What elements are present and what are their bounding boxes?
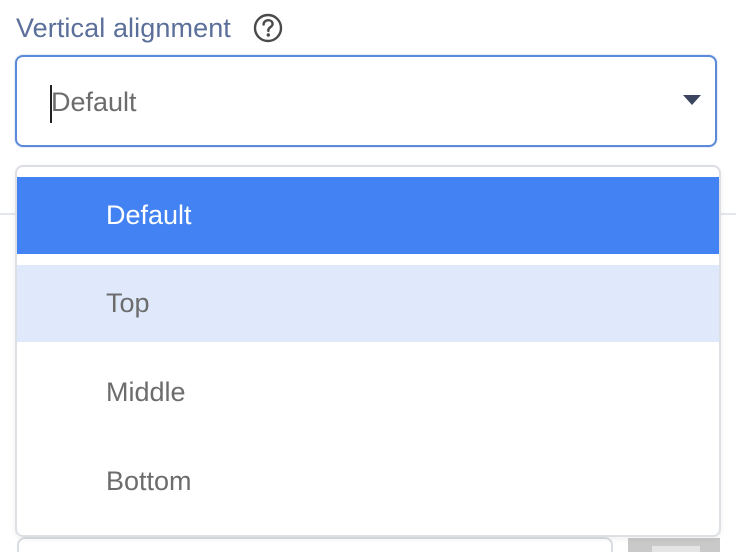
- field-label: Vertical alignment: [16, 12, 231, 43]
- triangle-down-icon[interactable]: [683, 95, 701, 105]
- question-circle-icon[interactable]: [253, 13, 283, 43]
- vertical-alignment-panel: Vertical alignment Default Default Top M…: [0, 0, 736, 552]
- background-color-swatch-inner: [652, 546, 700, 552]
- option-top[interactable]: Top: [17, 265, 719, 342]
- option-label: Middle: [106, 377, 186, 407]
- background-input-field: [17, 537, 613, 552]
- select-current-value: Default: [51, 87, 137, 117]
- option-label: Default: [106, 200, 192, 230]
- option-label: Top: [106, 288, 150, 318]
- dropdown-menu: Default Top Middle Bottom: [15, 165, 721, 537]
- option-middle[interactable]: Middle: [17, 354, 719, 431]
- option-label: Bottom: [106, 466, 192, 496]
- vertical-alignment-select[interactable]: Default: [15, 55, 717, 147]
- option-default[interactable]: Default: [17, 177, 719, 254]
- field-label-row: Vertical alignment: [16, 8, 283, 48]
- option-bottom[interactable]: Bottom: [17, 443, 719, 520]
